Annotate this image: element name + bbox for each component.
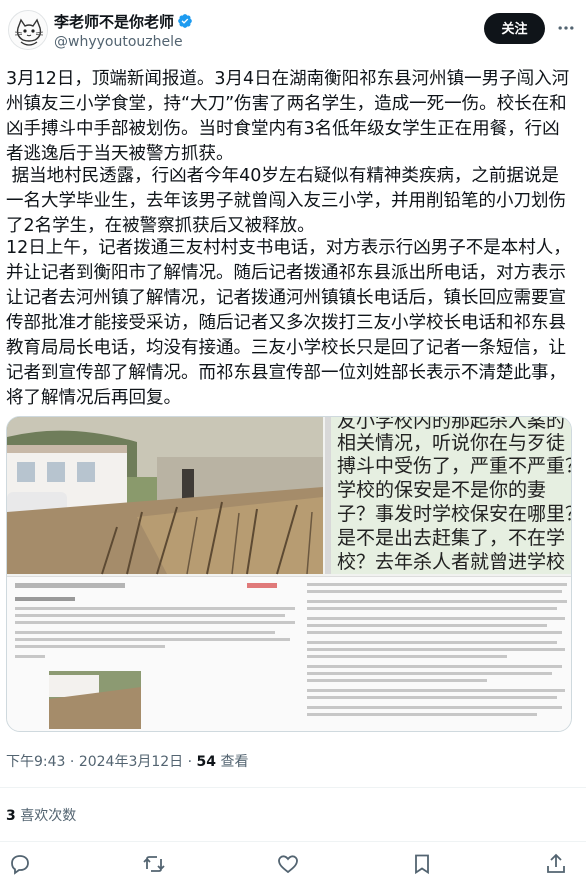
meta-separator: · — [183, 754, 197, 770]
media-collage-image: 友小学校内的那起杀人案的 相关情况，听说你在与歹徒 搏斗中受伤了，严重不严重？ … — [7, 417, 572, 731]
share-icon[interactable] — [544, 852, 568, 876]
tweet-text-paragraph-2: 据当地村民透露，行凶者今年40岁左右疑似有精神类疾病，之前据说是一名大学毕业生，… — [6, 166, 566, 236]
avatar[interactable] — [8, 10, 48, 50]
tweet-date[interactable]: 2024年3月12日 — [79, 754, 183, 770]
retweet-icon[interactable] — [142, 852, 166, 876]
author-name[interactable]: 李老师不是你老师 — [54, 11, 174, 32]
tweet-text-paragraph-3: 12日上午，记者拨通三友村村支书电话，对方表示行凶男子不是本村人，并让记者到衡阳… — [6, 238, 571, 408]
chat-line: 相关情况，听说你在与歹徒 — [337, 432, 565, 454]
tweet-timestamp-views: 下午9:43 · 2024年3月12日 · 54 查看 — [6, 751, 248, 771]
tweet-action-bar — [0, 846, 586, 882]
chat-line: 友小学校内的那起杀人案的 — [337, 417, 565, 432]
tweet-time[interactable]: 下午9:43 — [6, 754, 65, 770]
heart-icon[interactable] — [276, 852, 300, 876]
likes-count: 3 — [6, 808, 16, 824]
likes-summary[interactable]: 3 喜欢次数 — [6, 805, 76, 825]
author-handle[interactable]: @whyyoutouzhele — [54, 34, 183, 50]
avatar-cat-drawing-icon — [9, 11, 47, 49]
views-label: 查看 — [216, 754, 249, 770]
chat-line: 学校的保安是不是你的妻 — [337, 479, 546, 501]
likes-label: 喜欢次数 — [15, 808, 77, 824]
tweet-text-paragraph-1: 3月12日，顶端新闻报道。3月4日在湖南衡阳祁东县河州镇一男子闯入河州镇友三小学… — [6, 69, 570, 164]
bookmark-icon[interactable] — [410, 852, 434, 876]
verified-badge-icon — [178, 14, 192, 28]
tweet-header: 李老师不是你老师 @whyyoutouzhele 关注 — [0, 0, 586, 62]
chat-line: 校？去年杀人者就曾进学校 — [337, 551, 565, 573]
divider — [0, 841, 586, 842]
more-options-icon[interactable] — [552, 14, 580, 42]
tweet-media[interactable]: 友小学校内的那起杀人案的 相关情况，听说你在与歹徒 搏斗中受伤了，严重不严重？ … — [6, 416, 572, 732]
views-count: 54 — [196, 754, 217, 770]
follow-button[interactable]: 关注 — [484, 13, 545, 44]
reply-icon[interactable] — [8, 852, 32, 876]
chat-line: 子？事发时学校保安在哪里？ — [337, 503, 572, 525]
chat-line: 搏斗中受伤了，严重不严重？ — [337, 455, 572, 477]
divider — [0, 787, 586, 788]
chat-line: 是不是出去赶集了，不在学 — [337, 527, 565, 549]
meta-separator: · — [65, 754, 79, 770]
